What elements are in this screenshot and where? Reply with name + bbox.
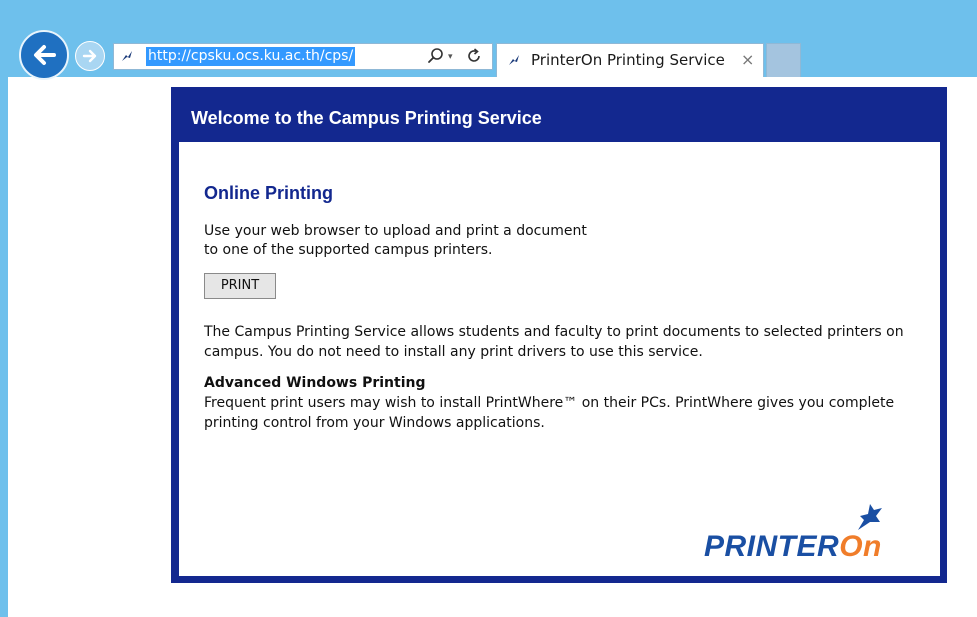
browser-toolbar: http://cpsku.ocs.ku.ac.th/cps/ ▾ Printer… [0, 0, 977, 80]
advanced-printing-title: Advanced Windows Printing [204, 375, 426, 391]
printeron-logo: PRINTEROn [704, 500, 924, 566]
address-url[interactable]: http://cpsku.ocs.ku.ac.th/cps/ [146, 47, 356, 66]
forward-button[interactable] [75, 41, 105, 71]
address-bar[interactable]: http://cpsku.ocs.ku.ac.th/cps/ ▾ [113, 43, 493, 70]
logo-text-printer: PRINTER [704, 530, 840, 563]
tab-favicon-icon [509, 55, 519, 65]
new-tab-button[interactable] [766, 43, 801, 77]
bird-logo-icon [858, 504, 882, 530]
service-description: The Campus Printing Service allows stude… [204, 324, 904, 360]
logo-text-on: On [839, 530, 882, 563]
back-arrow-icon [34, 45, 56, 65]
print-button[interactable]: PRINT [204, 273, 276, 299]
window-border [0, 77, 8, 617]
tab-title: PrinterOn Printing Service [531, 51, 725, 69]
intro-text: Use your web browser to upload and print… [204, 223, 587, 258]
panel-content: Online Printing Use your web browser to … [179, 142, 940, 576]
site-favicon-icon [122, 51, 132, 61]
search-dropdown-icon[interactable]: ▾ [448, 48, 453, 66]
browser-tab[interactable]: PrinterOn Printing Service × [496, 43, 764, 77]
refresh-icon[interactable] [464, 46, 484, 66]
close-icon[interactable]: × [741, 50, 754, 69]
search-icon[interactable] [426, 46, 446, 66]
logo-wordmark: PRINTEROn [704, 530, 882, 564]
back-button[interactable] [19, 30, 69, 80]
browser-window: http://cpsku.ocs.ku.ac.th/cps/ ▾ Printer… [0, 0, 977, 617]
advanced-printing-text: Frequent print users may wish to install… [204, 395, 895, 431]
printing-service-panel: Welcome to the Campus Printing Service O… [171, 87, 947, 583]
page-title: Welcome to the Campus Printing Service [191, 108, 542, 128]
forward-arrow-icon [82, 49, 97, 63]
section-title-online-printing: Online Printing [204, 183, 333, 203]
